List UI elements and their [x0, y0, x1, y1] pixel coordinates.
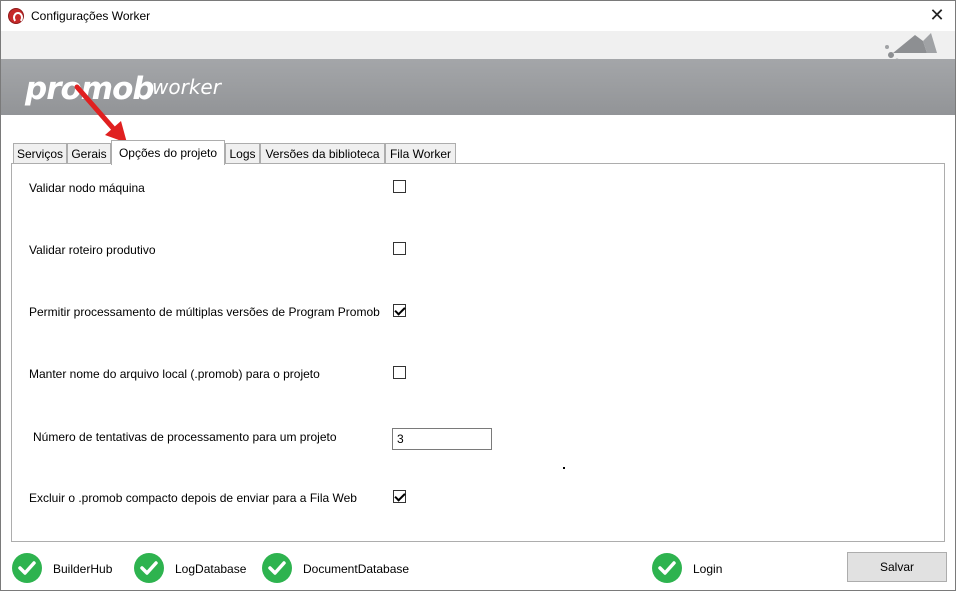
- tab-fila-worker[interactable]: Fila Worker: [385, 143, 456, 164]
- option-label-multiplas-versoes: Permitir processamento de múltiplas vers…: [29, 305, 380, 319]
- banner-subtitle: worker: [152, 75, 221, 99]
- red-arrow-annotation-icon: [74, 84, 127, 143]
- option-label-tentativas: Número de tentativas de processamento pa…: [33, 430, 337, 444]
- tab-versoes-da-biblioteca[interactable]: Versões da biblioteca: [260, 143, 385, 164]
- title-bar: Configurações Worker ✕: [1, 1, 955, 31]
- check-circle-icon: [12, 553, 42, 583]
- check-circle-icon: [652, 553, 682, 583]
- header-strip: [1, 31, 955, 59]
- close-button[interactable]: ✕: [925, 4, 949, 28]
- stray-dot: [563, 467, 565, 469]
- promob-app-icon: [8, 8, 24, 24]
- option-label-validar-nodo: Validar nodo máquina: [29, 181, 145, 195]
- tab-servicos[interactable]: Serviços: [13, 143, 67, 164]
- tab-opcoes-do-projeto[interactable]: Opções do projeto: [111, 140, 225, 165]
- option-label-excluir-compacto: Excluir o .promob compacto depois de env…: [29, 491, 357, 505]
- checkbox-validar-roteiro[interactable]: [393, 242, 406, 255]
- tab-logs[interactable]: Logs: [225, 143, 260, 164]
- check-circle-icon: [134, 553, 164, 583]
- window-title: Configurações Worker: [31, 9, 151, 23]
- checkbox-excluir-compacto[interactable]: [393, 490, 406, 503]
- options-panel: [11, 163, 945, 542]
- settings-window: Configurações Worker ✕ promob worker Ser…: [0, 0, 956, 591]
- status-builderhub: BuilderHub: [53, 562, 113, 576]
- status-login: Login: [693, 562, 723, 576]
- option-label-manter-nome: Manter nome do arquivo local (.promob) p…: [29, 367, 320, 381]
- checkbox-multiplas-versoes[interactable]: [393, 304, 406, 317]
- tentativas-input[interactable]: 3: [392, 428, 492, 450]
- save-button[interactable]: Salvar: [847, 552, 947, 582]
- option-label-validar-roteiro: Validar roteiro produtivo: [29, 243, 156, 257]
- status-documentdatabase: DocumentDatabase: [303, 562, 410, 576]
- check-circle-icon: [262, 553, 292, 583]
- status-logdatabase: LogDatabase: [175, 562, 247, 576]
- checkbox-validar-nodo[interactable]: [393, 180, 406, 193]
- checkbox-manter-nome[interactable]: [393, 366, 406, 379]
